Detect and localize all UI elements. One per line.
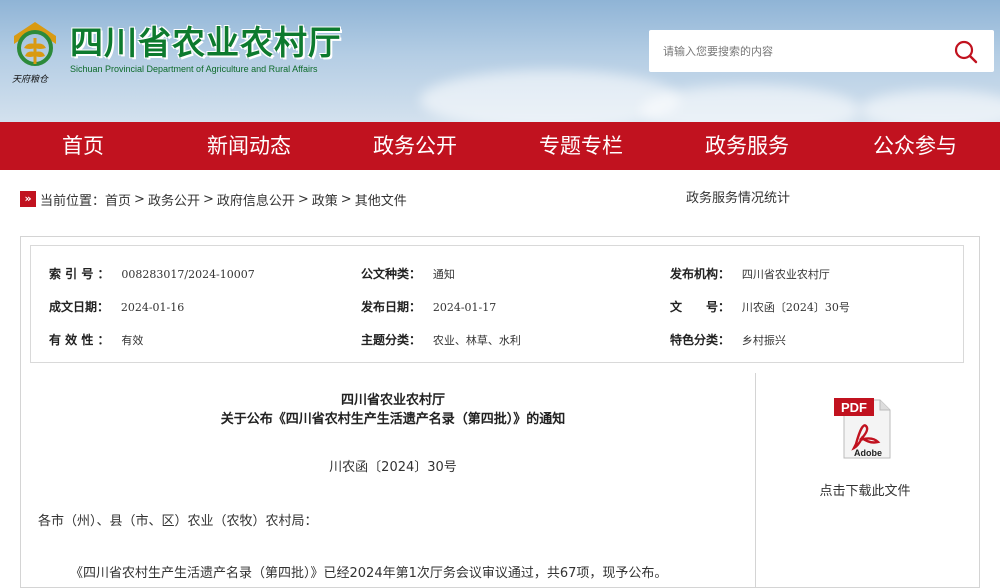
adobe-brand-text: Adobe — [854, 448, 882, 458]
breadcrumb-link-policy[interactable]: 政策 — [312, 190, 338, 209]
meta-value: 2024-01-17 — [432, 301, 497, 314]
breadcrumb: » 当前位置： 首页 > 政务公开 > 政府信息公开 > 政策 > 其他文件 — [20, 186, 407, 212]
article-title-issuer: 四川省农业农村厅 — [340, 393, 445, 408]
meta-value: 川农函〔2024〕30号 — [741, 301, 850, 314]
meta-created-date: 成文日期： 2024-01-16 — [49, 298, 184, 315]
wheat-logo-icon[interactable] — [10, 18, 60, 80]
main-nav: 首页 新闻动态 政务公开 专题专栏 政务服务 公众参与 — [0, 122, 1000, 170]
attachment-download: PDF Adobe 点击下载此文件 — [790, 390, 940, 510]
article-paragraph: 《四川省农村生产生活遗产名录（第四批）》已经2024年第1次厅务会议审议通过，共… — [70, 566, 668, 581]
meta-doc-number: 文 号： 川农函〔2024〕30号 — [670, 298, 850, 315]
meta-label: 发布机构： — [670, 267, 731, 281]
double-chevron-icon: » — [20, 191, 36, 207]
meta-label: 文 号： — [670, 300, 731, 314]
breadcrumb-prefix: 当前位置： — [40, 193, 106, 209]
breadcrumb-separator: > — [134, 191, 145, 207]
meta-value: 通知 — [432, 268, 455, 281]
breadcrumb-separator: > — [297, 191, 309, 207]
nav-item-news[interactable]: 新闻动态 — [166, 122, 332, 170]
meta-index: 索 引 号 ： 008283017/2024-10007 — [49, 265, 255, 282]
meta-feature: 特色分类： 乡村振兴 — [670, 331, 786, 348]
breadcrumb-link-other-docs[interactable]: 其他文件 — [355, 190, 407, 209]
meta-value: 农业、林草、水利 — [432, 334, 521, 347]
cloud-decoration — [860, 90, 1000, 122]
meta-value: 008283017/2024-10007 — [121, 268, 255, 281]
site-title[interactable]: 四川省农业农村厅 — [70, 16, 342, 64]
article-title: 关于公布《四川省农村生产生活遗产名录（第四批）》的通知 — [220, 412, 566, 427]
pdf-file-icon[interactable]: PDF Adobe — [832, 394, 898, 462]
meta-value: 四川省农业农村厅 — [741, 268, 830, 281]
site-header: 天府粮仓 四川省农业农村厅 Sichuan Provincial Departm… — [0, 0, 1000, 122]
meta-published-date: 发布日期： 2024-01-17 — [361, 298, 496, 315]
meta-topic: 主题分类： 农业、林草、水利 — [361, 331, 521, 348]
breadcrumb-link-home[interactable]: 首页 — [105, 190, 131, 209]
meta-label: 公文种类： — [361, 267, 422, 281]
nav-item-services[interactable]: 政务服务 — [664, 122, 830, 170]
breadcrumb-separator: > — [340, 191, 352, 207]
nav-item-home[interactable]: 首页 — [0, 122, 166, 170]
meta-value: 乡村振兴 — [741, 334, 786, 347]
meta-value: 有效 — [121, 334, 144, 347]
article-doc-number: 川农函〔2024〕30号 — [329, 460, 457, 475]
meta-label: 索 引 号 ： — [49, 267, 110, 281]
breadcrumb-separator: > — [202, 191, 214, 207]
article-greeting: 各市（州）、县（市、区）农业（农牧）农村局： — [38, 514, 318, 529]
meta-validity: 有 效 性 ： 有效 — [49, 331, 143, 348]
nav-item-participation[interactable]: 公众参与 — [830, 122, 1000, 170]
download-link[interactable]: 点击下载此文件 — [790, 480, 940, 499]
breadcrumb-link-gov-affairs[interactable]: 政务公开 — [148, 190, 200, 209]
pdf-badge-text: PDF — [841, 400, 867, 415]
meta-value: 2024-01-16 — [120, 301, 185, 314]
search-box — [649, 30, 994, 72]
meta-label: 有 效 性 ： — [49, 333, 110, 347]
meta-doc-type: 公文种类： 通知 — [361, 265, 455, 282]
site-subtitle: Sichuan Provincial Department of Agricul… — [70, 64, 318, 74]
nav-item-gov-affairs[interactable]: 政务公开 — [332, 122, 498, 170]
article-body: 四川省农业农村厅 关于公布《四川省农村生产生活遗产名录（第四批）》的通知 川农函… — [30, 373, 756, 588]
meta-label: 成文日期： — [49, 300, 110, 314]
nav-item-topics[interactable]: 专题专栏 — [498, 122, 664, 170]
meta-label: 特色分类： — [670, 333, 731, 347]
document-meta-table: 索 引 号 ： 008283017/2024-10007 公文种类： 通知 发布… — [30, 245, 964, 363]
service-stats-link[interactable]: 政务服务情况统计 — [686, 187, 790, 206]
meta-label: 发布日期： — [361, 300, 422, 314]
search-input[interactable] — [663, 42, 943, 60]
search-icon[interactable] — [952, 38, 980, 66]
meta-label: 主题分类： — [361, 333, 422, 347]
meta-issuer: 发布机构： 四川省农业农村厅 — [670, 265, 830, 282]
breadcrumb-link-info-disclosure[interactable]: 政府信息公开 — [217, 190, 295, 209]
emblem-caption: 天府粮仓 — [12, 75, 49, 85]
